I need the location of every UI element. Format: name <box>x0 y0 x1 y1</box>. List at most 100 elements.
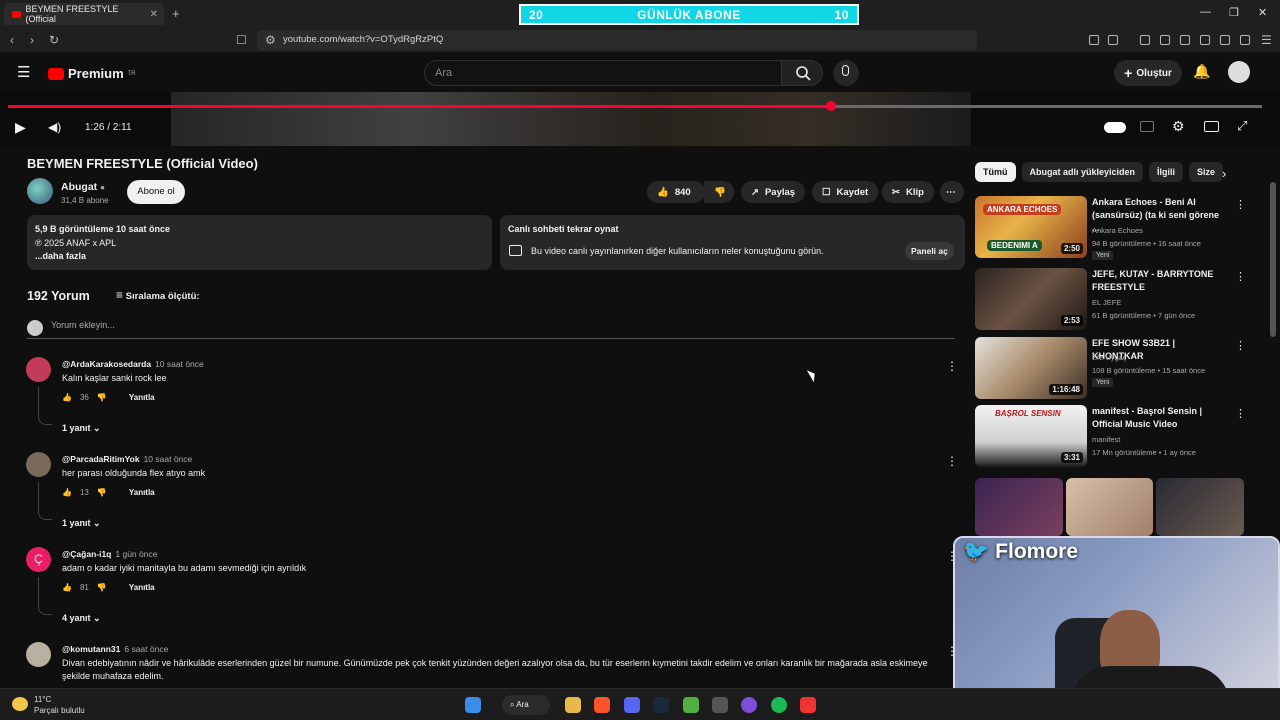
share-button[interactable]: ↗ Paylaş <box>741 181 806 203</box>
comment-author[interactable]: @ParcadaRitimYok 10 saat önce <box>62 454 192 464</box>
volume-icon[interactable]: ◀) <box>48 120 61 134</box>
leo-icon[interactable] <box>1220 35 1230 45</box>
start-icon[interactable] <box>465 697 481 713</box>
comment-menu-icon[interactable]: ⋮ <box>946 359 958 373</box>
recommended-video[interactable]: 1:16:48 EFE SHOW S3B21 | KHONTKAR Efe Uy… <box>975 337 1246 401</box>
more-icon[interactable]: ⋮ <box>1235 198 1246 211</box>
chip-uploader[interactable]: Abugat adlı yükleyiciden <box>1021 162 1144 182</box>
dislike-icon[interactable]: 👎 <box>97 393 107 402</box>
close-tab-icon[interactable]: ✕ <box>150 9 158 20</box>
like-button[interactable]: 👍 840 <box>647 181 705 203</box>
play-icon[interactable]: ▶ <box>15 119 26 136</box>
subtitles-icon[interactable] <box>1140 121 1154 132</box>
extensions-icon[interactable] <box>1089 35 1099 45</box>
replies-toggle[interactable]: 4 yanıt ⌄ <box>62 613 101 624</box>
like-icon[interactable]: 👍 <box>62 488 72 497</box>
comment-author[interactable]: @ArdaKarakosedarda 10 saat önce <box>62 359 204 369</box>
description-box[interactable]: 5,9 B görüntüleme 10 saat önce ℗ 2025 AN… <box>27 215 492 270</box>
search-button[interactable] <box>781 60 823 86</box>
new-tab-icon[interactable]: + <box>172 6 180 21</box>
comment-author[interactable]: @Çağan-i1q 1 gün önce <box>62 549 157 559</box>
more-icon[interactable]: ⋮ <box>1235 270 1246 283</box>
more-actions-button[interactable]: ⋯ <box>940 181 964 203</box>
theater-mode-icon[interactable] <box>1204 121 1219 132</box>
weather-widget[interactable]: 11°C Parçalı bulutlu <box>10 694 85 716</box>
spotify-icon[interactable] <box>771 697 787 713</box>
back-icon[interactable]: ‹ <box>10 33 14 47</box>
clip-button[interactable]: ✂ Klip <box>882 181 934 203</box>
channel-name[interactable]: Abugat ● <box>61 181 105 193</box>
channel-avatar[interactable] <box>27 178 53 204</box>
obs-icon[interactable] <box>741 697 757 713</box>
chip-related[interactable]: İlgili <box>1149 162 1184 182</box>
forward-icon[interactable]: › <box>30 33 34 47</box>
discord-icon[interactable] <box>624 697 640 713</box>
taskbar-search[interactable]: ⌕ Ara <box>502 695 550 715</box>
sidebar-icon[interactable] <box>1180 35 1190 45</box>
wallet-icon[interactable] <box>1200 35 1210 45</box>
video-player[interactable]: ▶ ◀) 1:26 / 2:11 ⚙ ⤢ <box>0 92 1280 146</box>
menu-icon[interactable]: ☰ <box>1261 33 1272 47</box>
show-more-link[interactable]: ...daha fazla <box>35 250 484 264</box>
scrubber-handle[interactable] <box>825 101 836 111</box>
settings-gear-icon[interactable]: ⚙ <box>1172 118 1185 135</box>
youtube-logo[interactable]: Premium TR <box>48 66 136 81</box>
maximize-icon[interactable]: ❐ <box>1229 6 1239 19</box>
recommended-video[interactable]: 2:53 JEFE, KUTAY - BARRYTONE FREESTYLE E… <box>975 268 1246 332</box>
like-icon[interactable]: 👍 <box>62 583 72 592</box>
like-icon[interactable]: 👍 <box>62 393 72 402</box>
more-icon[interactable]: ⋮ <box>1235 407 1246 420</box>
dislike-icon[interactable]: 👎 <box>97 488 107 497</box>
steam-icon[interactable] <box>653 697 669 713</box>
comment-menu-icon[interactable]: ⋮ <box>946 454 958 468</box>
video-thumbnail[interactable] <box>975 478 1063 536</box>
recommended-video[interactable]: BAŞROL SENSIN 3:31 manifest - Başrol Sen… <box>975 405 1246 469</box>
notifications-icon[interactable]: 🔔 <box>1193 63 1210 80</box>
game-icon[interactable] <box>683 697 699 713</box>
comment-avatar[interactable] <box>26 452 51 477</box>
brave-icon[interactable] <box>594 697 610 713</box>
chevron-right-icon[interactable]: › <box>1222 166 1226 181</box>
create-button[interactable]: + Oluştur <box>1114 60 1182 86</box>
save-button[interactable]: ☐ Kaydet <box>812 181 879 203</box>
comment-avatar[interactable] <box>26 642 51 667</box>
replies-toggle[interactable]: 1 yanıt ⌄ <box>62 518 101 529</box>
bookmark-icon[interactable]: ☐ <box>236 33 247 47</box>
comment-author[interactable]: @komutann31 6 saat önce <box>62 644 168 654</box>
app-icon-red[interactable] <box>800 697 816 713</box>
avatar[interactable] <box>1228 61 1250 83</box>
browser-tab[interactable]: BEYMEN FREESTYLE (Official ✕ <box>4 3 164 25</box>
voice-search-button[interactable] <box>833 60 859 86</box>
reply-button[interactable]: Yanıtla <box>129 488 155 497</box>
search-input[interactable]: Ara <box>424 60 782 86</box>
open-panel-button[interactable]: Paneli aç <box>905 242 954 260</box>
window-close-icon[interactable]: ✕ <box>1258 6 1267 19</box>
chip-for-you[interactable]: Size <box>1189 162 1224 182</box>
add-comment-input[interactable]: Yorum ekleyin... <box>27 320 955 339</box>
video-thumbnail[interactable] <box>1066 478 1153 536</box>
reload-icon[interactable]: ↻ <box>49 33 59 47</box>
minimize-icon[interactable]: — <box>1200 6 1211 18</box>
guide-menu-icon[interactable]: ☰ <box>17 63 30 81</box>
more-icon[interactable]: ⋮ <box>1235 339 1246 352</box>
dislike-icon[interactable]: 👎 <box>97 583 107 592</box>
recommended-video[interactable]: ANKARA ECHOES BEDENIMI A 2:50 Ankara Ech… <box>975 196 1246 260</box>
scrollbar[interactable] <box>1270 182 1276 337</box>
file-explorer-icon[interactable] <box>565 697 581 713</box>
dislike-button[interactable]: 👎 <box>704 181 734 203</box>
comment-avatar[interactable] <box>26 357 51 382</box>
subscribe-button[interactable]: Abone ol <box>127 180 185 204</box>
chip-all[interactable]: Tümü <box>975 162 1016 182</box>
download-icon[interactable] <box>1140 35 1150 45</box>
vpn-icon[interactable] <box>1240 35 1250 45</box>
video-thumbnail[interactable] <box>1156 478 1244 536</box>
reply-button[interactable]: Yanıtla <box>129 393 155 402</box>
extension-icon[interactable] <box>1108 35 1118 45</box>
media-icon[interactable] <box>1160 35 1170 45</box>
fullscreen-icon[interactable]: ⤢ <box>1237 118 1247 134</box>
comment-avatar[interactable]: Ç <box>26 547 51 572</box>
app-icon[interactable] <box>712 697 728 713</box>
progress-bar[interactable] <box>8 101 1262 111</box>
sort-button[interactable]: ≡ Sıralama ölçütü: <box>116 288 200 302</box>
address-bar[interactable]: ⚙ youtube.com/watch?v=OTydRgRzPtQ <box>257 30 977 50</box>
